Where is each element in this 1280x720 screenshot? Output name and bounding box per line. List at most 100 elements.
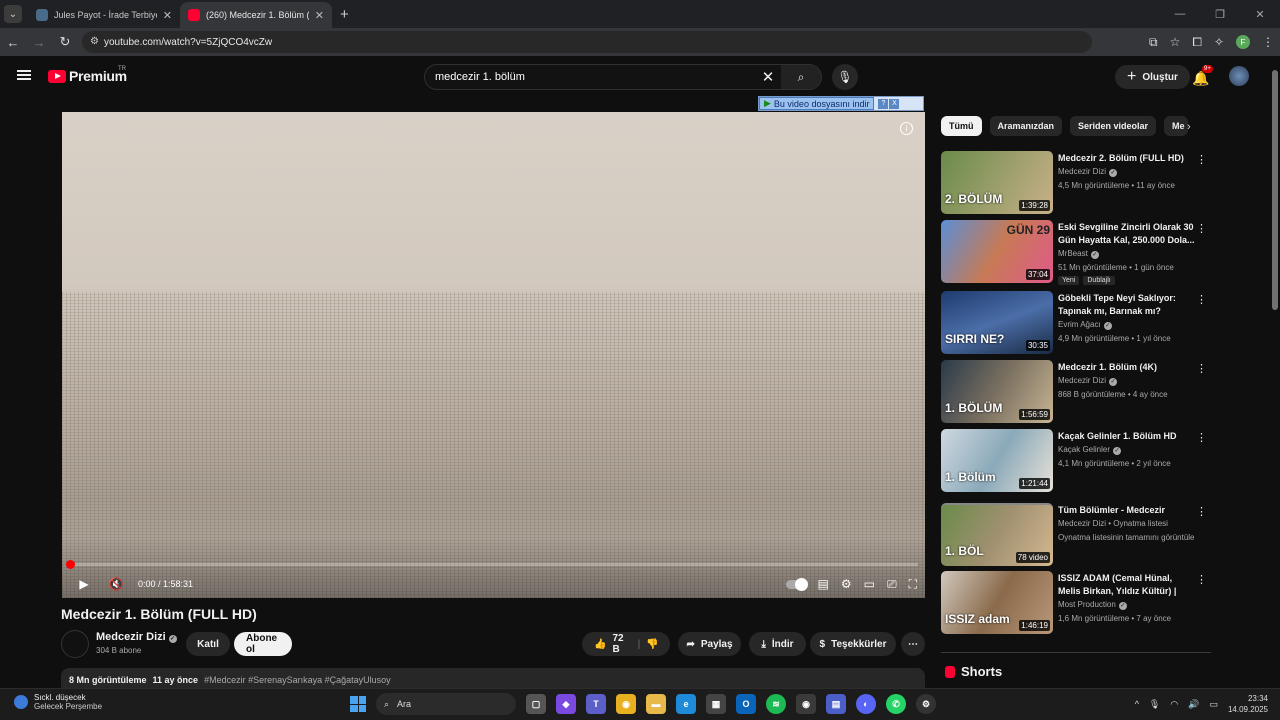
bookmark-star-icon[interactable]: ☆: [1170, 35, 1181, 49]
weather-widget[interactable]: Sıckl. düşecek Gelecek Perşembe: [14, 693, 102, 711]
recommendation-title[interactable]: Kaçak Gelinler 1. Bölüm HD: [1058, 430, 1196, 443]
video-thumbnail[interactable]: 1. BÖLÜM 1:56:59: [941, 360, 1053, 423]
more-actions-button[interactable]: ⋯: [901, 632, 925, 656]
site-info-icon[interactable]: ⚙: [90, 36, 99, 47]
recommendation-channel[interactable]: MrBeast ✓: [1058, 249, 1099, 259]
tab-close-icon[interactable]: ✕: [163, 9, 172, 22]
recommendation-title[interactable]: ISSIZ ADAM (Cemal Hünal, Melis Birkan, Y…: [1058, 572, 1196, 599]
outlook-icon[interactable]: O: [736, 694, 756, 714]
minimize-icon[interactable]: —: [1160, 0, 1200, 28]
share-button[interactable]: ➦ Paylaş: [678, 632, 741, 656]
create-button[interactable]: + Oluştur: [1115, 65, 1190, 89]
profile-avatar[interactable]: F: [1236, 35, 1250, 49]
cast-icon[interactable]: ⎚: [887, 577, 897, 592]
chip-from-series[interactable]: Seriden videolar: [1070, 116, 1157, 136]
discord-icon[interactable]: ◐: [856, 694, 876, 714]
store-icon[interactable]: ▦: [706, 694, 726, 714]
dislike-icon[interactable]: 👎: [646, 639, 658, 650]
subscribe-button[interactable]: Abone ol: [234, 632, 292, 656]
task-view-icon[interactable]: ▢: [526, 694, 546, 714]
recommendation-item[interactable]: ISSIZ adam 1:46:19 ISSIZ ADAM (Cemal Hün…: [941, 571, 1211, 635]
recommendation-channel[interactable]: Evrim Ağacı ✓: [1058, 320, 1112, 330]
recommendation-title[interactable]: Göbekli Tepe Neyi Saklıyor: Tapınak mı, …: [1058, 292, 1196, 318]
voice-search-button[interactable]: 🎙: [832, 64, 858, 90]
scrollbar-thumb[interactable]: [1272, 70, 1278, 310]
recommendation-channel[interactable]: Medcezir Dizi ✓: [1058, 376, 1118, 386]
video-thumbnail[interactable]: SIRRI NE? 30:35: [941, 291, 1053, 354]
shorts-header[interactable]: Shorts: [945, 664, 1002, 679]
like-icon[interactable]: 👍: [594, 639, 606, 650]
youtube-premium-logo[interactable]: Premium TR: [48, 66, 127, 84]
video-thumbnail[interactable]: 2. BÖLÜM 1:39:28: [941, 151, 1053, 214]
taskbar-clock[interactable]: 23:34 14.09.2025: [1228, 693, 1268, 715]
mute-icon[interactable]: 🔇: [100, 577, 132, 591]
more-options-icon[interactable]: ⋮: [1196, 431, 1207, 444]
maximize-icon[interactable]: ❐: [1200, 0, 1240, 28]
wifi-icon[interactable]: ◠: [1170, 699, 1178, 710]
clear-search-icon[interactable]: ✕: [755, 68, 781, 86]
recommendation-title[interactable]: Eski Sevgiline Zincirli Olarak 30 Gün Ha…: [1058, 221, 1196, 247]
taskbar-search[interactable]: ⌕ Ara: [376, 693, 516, 715]
tab-close-icon[interactable]: ✕: [315, 9, 324, 22]
video-player[interactable]: i ▶ 🔇 0:00 / 1:58:31 ▤ ⚙ ▭ ⎚ ⛶: [62, 112, 925, 598]
recommendation-item[interactable]: 1. BÖLÜM 1:56:59 Medcezir 1. Bölüm (4K) …: [941, 360, 1211, 424]
more-options-icon[interactable]: ⋮: [1196, 362, 1207, 375]
close-window-icon[interactable]: ✕: [1240, 0, 1280, 28]
help-icon[interactable]: ?: [878, 98, 889, 109]
download-button[interactable]: ⤓ İndir: [749, 632, 806, 656]
more-options-icon[interactable]: ⋮: [1196, 573, 1207, 586]
recommendation-item[interactable]: GÜN 29 37:04 Eski Sevgiline Zincirli Ola…: [941, 220, 1211, 285]
chrome-active-icon[interactable]: ◉: [796, 694, 816, 714]
chevron-right-icon[interactable]: ›: [1187, 121, 1191, 133]
copilot-icon[interactable]: ◆: [556, 694, 576, 714]
search-input[interactable]: medcezir 1. bölüm: [425, 71, 755, 83]
browser-menu-icon[interactable]: ⋮: [1262, 35, 1274, 49]
autoplay-toggle[interactable]: [785, 577, 808, 591]
extensions-icon[interactable]: ⧠: [1192, 35, 1202, 50]
teams-icon[interactable]: T: [586, 694, 606, 714]
hashtags[interactable]: #Medcezir #SerenaySarıkaya #ÇağatayUluso…: [204, 675, 391, 685]
install-app-icon[interactable]: ⧉: [1149, 35, 1158, 50]
browser-tab-2[interactable]: (260) Medcezir 1. Bölüm (FULL ✕: [180, 2, 332, 28]
spotify-icon[interactable]: ≋: [766, 694, 786, 714]
recommendation-item[interactable]: 2. BÖLÜM 1:39:28 Medcezir 2. Bölüm (FULL…: [941, 151, 1211, 215]
volume-icon[interactable]: 🔊: [1188, 699, 1199, 710]
channel-avatar[interactable]: [61, 630, 89, 658]
subtitles-icon[interactable]: ▤: [818, 577, 829, 591]
new-tab-icon[interactable]: +: [340, 6, 349, 23]
video-thumbnail[interactable]: ISSIZ adam 1:46:19: [941, 571, 1053, 634]
recommendation-title[interactable]: Medcezir 1. Bölüm (4K): [1058, 361, 1196, 374]
recommendation-item[interactable]: SIRRI NE? 30:35 Göbekli Tepe Neyi Saklıy…: [941, 291, 1211, 355]
progress-bar[interactable]: [66, 560, 918, 569]
more-options-icon[interactable]: ⋮: [1196, 153, 1207, 166]
recommendation-item[interactable]: 1. Bölüm 1:21:44 Kaçak Gelinler 1. Bölüm…: [941, 429, 1211, 493]
edge-icon[interactable]: e: [676, 694, 696, 714]
download-video-button[interactable]: ▶ Bu video dosyasını indir: [759, 97, 875, 110]
browser-tab-1[interactable]: Jules Payot - İrade Terbiyesi : Fi ✕: [28, 2, 180, 28]
reading-list-icon[interactable]: ✧: [1214, 35, 1224, 49]
chip-from-search[interactable]: Aramanızdan: [989, 116, 1063, 136]
channel-name[interactable]: Medcezir Dizi: [96, 631, 166, 643]
calendar-app-icon[interactable]: ▤: [826, 694, 846, 714]
microphone-tray-icon[interactable]: 🎙: [1149, 699, 1160, 710]
scrubber-handle[interactable]: [66, 560, 75, 569]
whatsapp-icon[interactable]: ✆: [886, 694, 906, 714]
back-icon[interactable]: ←: [0, 35, 26, 50]
recommendation-channel[interactable]: Medcezir Dizi ✓: [1058, 167, 1118, 177]
playlist-thumbnail[interactable]: 1. BÖL 78 video: [941, 503, 1053, 566]
settings-gear-icon[interactable]: ⚙: [841, 577, 852, 591]
chip-all[interactable]: Tümü: [941, 116, 982, 136]
playlist-channel[interactable]: Medcezir Dizi • Oynatma listesi: [1058, 519, 1168, 528]
more-options-icon[interactable]: ⋮: [1196, 222, 1207, 235]
video-thumbnail[interactable]: GÜN 29 37:04: [941, 220, 1053, 283]
page-scrollbar[interactable]: [1270, 56, 1280, 688]
tab-search-button[interactable]: ⌄: [4, 5, 22, 23]
more-options-icon[interactable]: ⋮: [1196, 505, 1207, 518]
recommendation-channel[interactable]: Kaçak Gelinler ✓: [1058, 445, 1122, 455]
chrome-icon[interactable]: ◉: [616, 694, 636, 714]
recommendation-channel[interactable]: Most Production ✓: [1058, 600, 1127, 610]
play-button[interactable]: ▶: [68, 577, 100, 591]
view-full-playlist-link[interactable]: Oynatma listesinin tamamını görüntüle: [1058, 533, 1195, 542]
thanks-button[interactable]: $ Teşekkürler: [810, 632, 896, 656]
reload-icon[interactable]: ↻: [52, 34, 78, 50]
